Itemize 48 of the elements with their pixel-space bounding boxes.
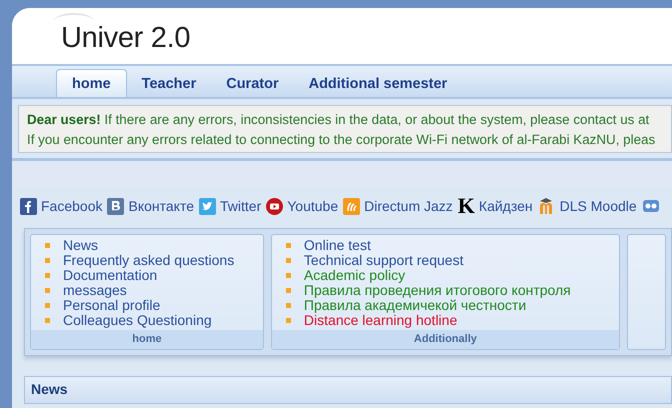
bullet-icon [286, 243, 291, 248]
menu-box-title: Additionally [272, 330, 619, 349]
menu-link[interactable]: Online test [304, 238, 371, 253]
tile-icon [343, 198, 360, 214]
bullet-icon [286, 273, 291, 278]
social-link[interactable]: Кайдзен [478, 198, 533, 214]
social-link[interactable]: Facebook [41, 198, 102, 214]
square-b-icon [107, 198, 124, 214]
social-link[interactable]: DLS Moodle [560, 198, 637, 214]
bullet-icon [286, 318, 291, 323]
bullet-icon [45, 273, 50, 278]
menu-link[interactable]: Technical support request [304, 253, 464, 268]
owl-icon [642, 198, 660, 214]
menu-link[interactable]: Documentation [63, 268, 158, 283]
social-link[interactable]: Youtube [287, 198, 338, 214]
bullet-icon [45, 318, 50, 323]
menu-link[interactable]: Правила академичекой честности [304, 298, 526, 313]
news-heading: News [30, 380, 69, 399]
bullet-icon [286, 303, 291, 308]
nav-tab[interactable]: home [56, 69, 127, 97]
social-link[interactable]: Directum Jazz [364, 198, 453, 214]
menu-box-title: home [31, 330, 263, 349]
menu-link[interactable]: Distance learning hotline [304, 313, 458, 328]
bullet-icon [45, 288, 50, 293]
menu-link[interactable]: News [63, 238, 98, 253]
menu-link[interactable]: Frequently asked questions [63, 253, 234, 268]
menu-link[interactable]: Colleagues Questioning [63, 313, 212, 328]
notice-text: If you encounter any errors related to connecting to the corporate Wi-Fi network of al-Farabi KazNU, pleas [27, 131, 656, 149]
site-title: Univer 2.0 [61, 22, 190, 55]
nav-tab[interactable]: Teacher [126, 69, 212, 97]
bullet-icon [45, 243, 50, 248]
square-f-icon [20, 198, 37, 214]
social-link[interactable]: Twitter [220, 198, 262, 214]
bullet-icon [45, 303, 50, 308]
notice-text: Dear users! If there are any errors, inconsistencies in the data, or about the system, please contact us at [27, 111, 650, 129]
bullet-icon [286, 258, 291, 263]
menu-link[interactable]: messages [63, 283, 127, 298]
bird-icon [199, 198, 216, 214]
nav-tab[interactable]: Additional semester [294, 69, 462, 97]
menu-link[interactable]: Правила проведения итогового контроля [304, 283, 571, 298]
bullet-icon [286, 288, 291, 293]
social-link[interactable]: Вконтакте [128, 198, 194, 214]
nav-tab[interactable]: Curator [211, 69, 294, 97]
menu-link[interactable]: Academic policy [304, 268, 406, 283]
menu-link[interactable]: Personal profile [63, 298, 160, 313]
play-icon [266, 198, 284, 214]
bullet-icon [45, 258, 50, 263]
letter-icon: K [458, 197, 475, 215]
